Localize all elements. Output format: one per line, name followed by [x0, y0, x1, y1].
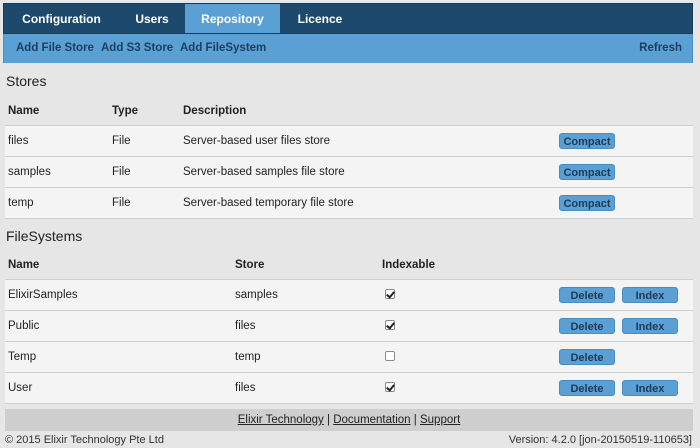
indexable-checkbox[interactable] — [385, 382, 395, 393]
add-filesystem-link[interactable]: Add FileSystem — [180, 42, 266, 54]
store-description: Server-based samples file store — [180, 155, 556, 187]
table-row: files File Server-based user files store… — [5, 124, 693, 156]
delete-button[interactable]: Delete — [559, 348, 615, 365]
compact-button[interactable]: Compact — [559, 163, 615, 180]
fs-header-indexable: Indexable — [382, 258, 436, 271]
sub-nav: Add File Store Add S3 Store Add FileSyst… — [3, 34, 693, 63]
footer-separator: | — [413, 414, 417, 426]
index-button[interactable]: Index — [622, 379, 678, 396]
table-row: ElixirSamples samples Delete Index — [5, 278, 693, 310]
store-name: samples — [5, 155, 109, 187]
fs-name: ElixirSamples — [5, 278, 232, 310]
store-name: temp — [5, 186, 109, 219]
store-description: Server-based temporary file store — [180, 186, 556, 219]
store-type: File — [109, 186, 180, 219]
fs-store: files — [232, 371, 379, 404]
table-row: Temp temp Delete — [5, 340, 693, 372]
store-type: File — [109, 155, 180, 187]
stores-header-row: Name Type Description — [5, 97, 693, 125]
index-button[interactable]: Index — [622, 317, 678, 334]
version-text: Version: 4.2.0 [jon-20150519-110653] — [508, 434, 692, 446]
table-row: Public files Delete Index — [5, 309, 693, 341]
top-nav: Configuration Users Repository Licence — [3, 3, 693, 34]
copyright-text: © 2015 Elixir Technology Pte Ltd — [5, 434, 164, 446]
filesystems-table: Name Store Indexable ElixirSamples sampl… — [5, 251, 693, 404]
footer-separator: | — [327, 414, 331, 426]
filesystems-header-row: Name Store Indexable — [5, 251, 693, 279]
refresh-link[interactable]: Refresh — [639, 42, 682, 54]
delete-button[interactable]: Delete — [559, 286, 615, 303]
compact-button[interactable]: Compact — [559, 194, 615, 211]
compact-button[interactable]: Compact — [559, 132, 615, 149]
table-row: temp File Server-based temporary file st… — [5, 186, 693, 219]
fs-name: Temp — [5, 340, 232, 372]
fs-store: temp — [232, 340, 379, 372]
tab-repository[interactable]: Repository — [185, 4, 280, 33]
table-row: User files Delete Index — [5, 371, 693, 404]
tab-configuration[interactable]: Configuration — [4, 4, 119, 33]
footer-links: Elixir Technology | Documentation | Supp… — [5, 409, 693, 431]
table-row: samples File Server-based samples file s… — [5, 155, 693, 187]
store-type: File — [109, 124, 180, 156]
fs-header-store: Store — [235, 258, 265, 271]
indexable-checkbox[interactable] — [385, 289, 395, 300]
fs-store: files — [232, 309, 379, 341]
documentation-link[interactable]: Documentation — [333, 414, 410, 426]
stores-header-description: Description — [183, 104, 247, 117]
index-button[interactable]: Index — [622, 286, 678, 303]
add-s3-store-link[interactable]: Add S3 Store — [101, 42, 173, 54]
fs-header-name: Name — [8, 258, 40, 271]
support-link[interactable]: Support — [420, 414, 460, 426]
stores-header-name: Name — [8, 104, 40, 117]
elixir-technology-link[interactable]: Elixir Technology — [238, 414, 324, 426]
stores-header-type: Type — [112, 104, 138, 117]
delete-button[interactable]: Delete — [559, 317, 615, 334]
stores-table: Name Type Description files File Server-… — [5, 97, 693, 219]
indexable-checkbox[interactable] — [385, 320, 395, 331]
add-file-store-link[interactable]: Add File Store — [16, 42, 94, 54]
stores-title: Stores — [6, 73, 47, 89]
indexable-checkbox[interactable] — [385, 351, 395, 362]
tab-users[interactable]: Users — [119, 4, 185, 33]
tab-licence[interactable]: Licence — [280, 4, 360, 33]
fs-store: samples — [232, 278, 379, 310]
store-description: Server-based user files store — [180, 124, 556, 156]
delete-button[interactable]: Delete — [559, 379, 615, 396]
fs-name: Public — [5, 309, 232, 341]
store-name: files — [5, 124, 109, 156]
filesystems-title: FileSystems — [6, 228, 83, 244]
fs-name: User — [5, 371, 232, 404]
